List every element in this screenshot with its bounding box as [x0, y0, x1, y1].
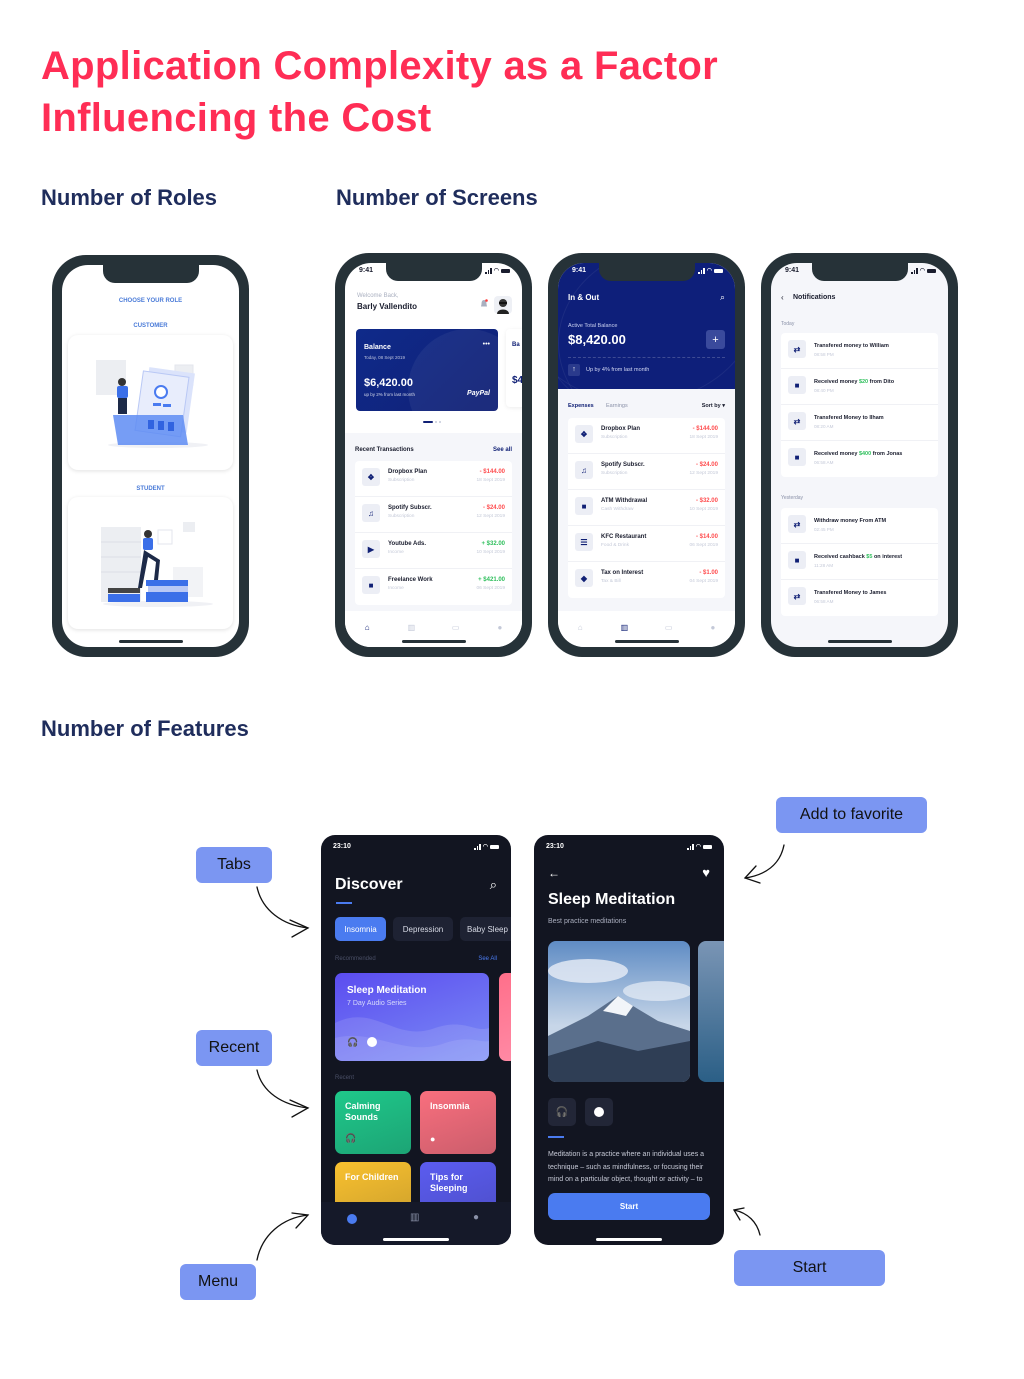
wifi-icon: ◠	[706, 268, 712, 274]
arrow-menu	[256, 1214, 309, 1261]
notch	[385, 263, 482, 281]
arrow-recent	[256, 1069, 309, 1109]
notch	[102, 265, 199, 283]
status-time: 9:41	[359, 267, 374, 274]
signal-icon	[698, 267, 705, 274]
wifi-icon: ◠	[919, 268, 925, 274]
signal-icon	[485, 267, 492, 274]
annotation-arrows	[256, 844, 785, 1261]
status-time: 9:41	[785, 267, 800, 274]
arrow-start-head	[732, 1207, 745, 1221]
arrow-menu-head	[291, 1212, 310, 1229]
arrow-tabs-head	[289, 919, 310, 938]
status-time: 9:41	[572, 267, 587, 274]
wifi-icon: ◠	[493, 268, 499, 274]
battery-icon	[501, 268, 510, 273]
arrow-tabs	[256, 886, 309, 929]
notch	[598, 263, 695, 281]
arrow-start	[733, 1209, 761, 1236]
arrow-favorite	[744, 844, 785, 879]
arrow-recent-head	[289, 1099, 310, 1118]
notch	[811, 263, 908, 281]
battery-icon	[714, 268, 723, 273]
battery-icon	[927, 268, 936, 273]
signal-icon	[911, 267, 918, 274]
